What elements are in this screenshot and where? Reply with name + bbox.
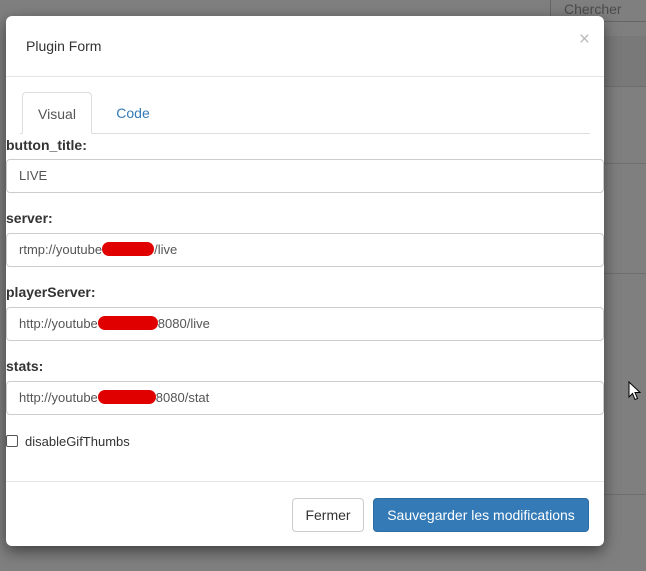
server-input[interactable]: rtmp://youtube/live xyxy=(6,233,604,267)
modal-footer: Fermer Sauvegarder les modifications xyxy=(6,481,604,547)
plugin-form-modal: Plugin Form × Visual Code button_title: … xyxy=(6,16,604,546)
modal-header: Plugin Form × xyxy=(6,16,604,77)
redaction-mark xyxy=(97,316,158,330)
server-label: server: xyxy=(6,210,53,226)
disable-gif-thumbs-checkbox[interactable] xyxy=(6,435,18,447)
redaction-mark xyxy=(97,390,156,404)
stats-value-suffix: 8080/stat xyxy=(155,390,210,405)
player-server-value-suffix: 8080/live xyxy=(157,316,210,331)
stats-value-prefix: http://youtube xyxy=(19,390,98,405)
modal-title: Plugin Form xyxy=(26,38,102,54)
tab-bar: Visual Code xyxy=(20,92,590,134)
close-button[interactable]: Fermer xyxy=(292,498,364,532)
server-value-prefix: rtmp://youtube xyxy=(19,242,103,257)
redaction-mark xyxy=(102,242,155,256)
tab-code[interactable]: Code xyxy=(108,92,158,133)
stats-label: stats: xyxy=(6,358,44,374)
disable-gif-thumbs-label[interactable]: disableGifThumbs xyxy=(25,434,130,449)
button-title-input[interactable]: LIVE xyxy=(6,159,604,193)
player-server-value-prefix: http://youtube xyxy=(19,316,98,331)
close-icon[interactable]: × xyxy=(579,30,590,50)
server-value-suffix: /live xyxy=(154,242,178,257)
button-title-label: button_title: xyxy=(6,137,87,153)
save-changes-button[interactable]: Sauvegarder les modifications xyxy=(373,498,589,532)
player-server-label: playerServer: xyxy=(6,284,96,300)
mouse-pointer-icon xyxy=(628,381,642,401)
button-title-value: LIVE xyxy=(19,168,48,183)
player-server-input[interactable]: http://youtube 8080/live xyxy=(6,307,604,341)
stats-input[interactable]: http://youtube 8080/stat xyxy=(6,381,604,415)
tab-visual[interactable]: Visual xyxy=(22,92,92,134)
disable-gif-thumbs-row: disableGifThumbs xyxy=(6,433,130,449)
